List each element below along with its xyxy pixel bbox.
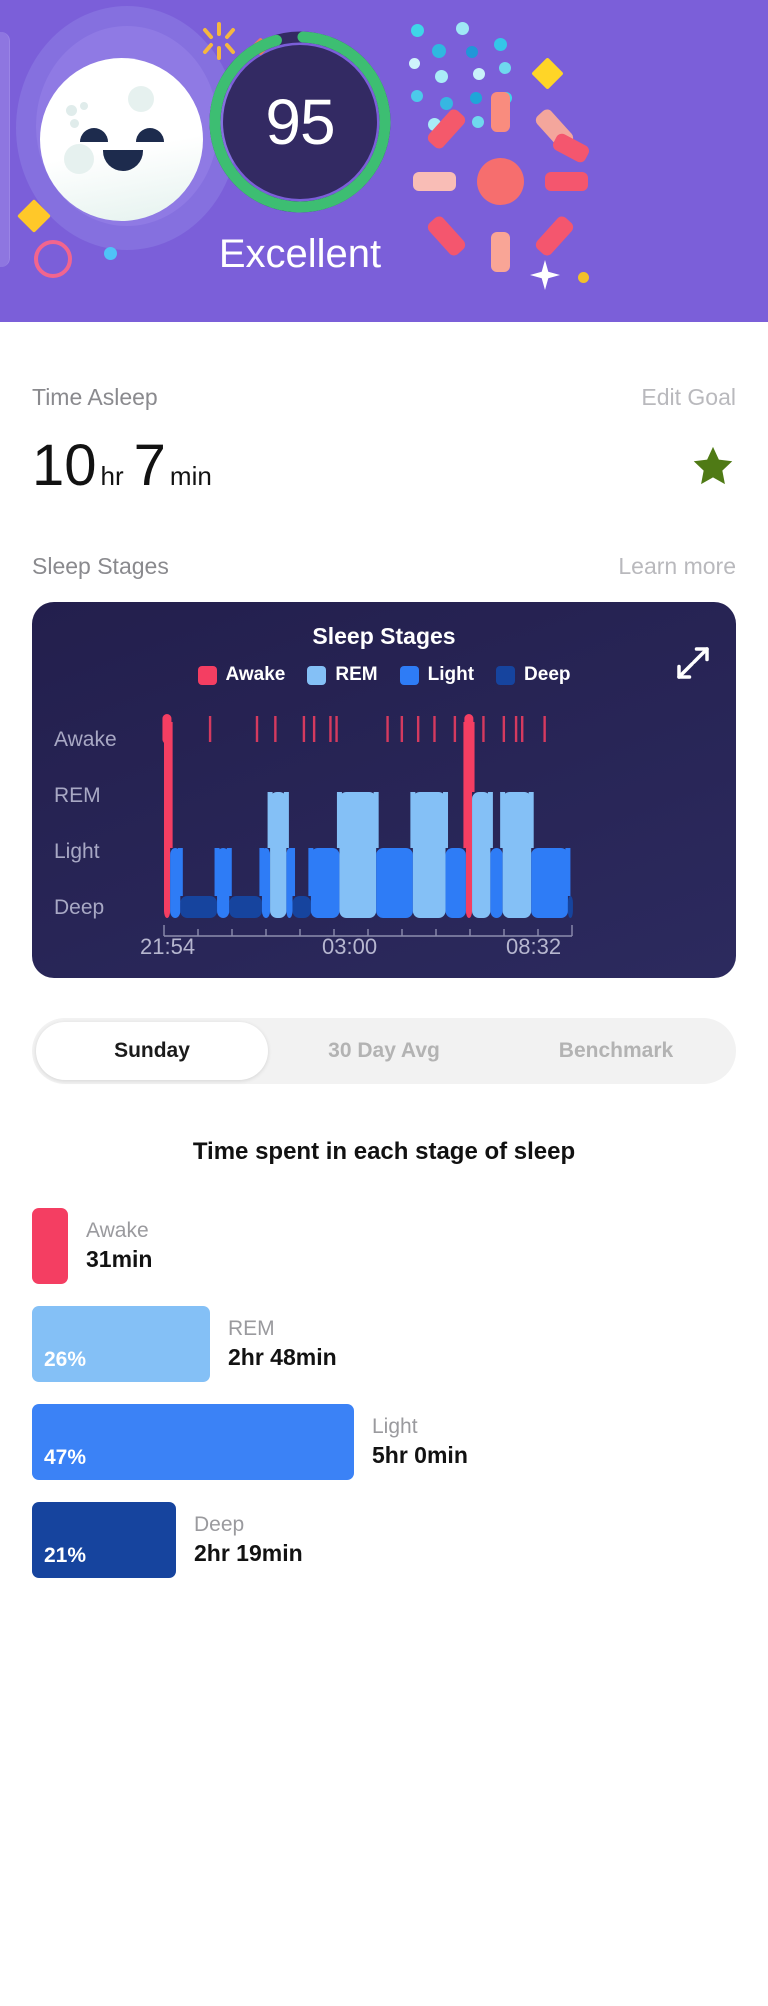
legend-label-light: Light [427, 664, 475, 685]
confetti-dot [470, 92, 482, 104]
legend-label-awake: Awake [225, 664, 286, 685]
time-asleep-hours-unit: hr [100, 461, 124, 491]
confetti-dot [411, 24, 424, 37]
stage-info-awake: Awake 31min [86, 1217, 152, 1275]
confetti-dot [411, 90, 423, 102]
legend-swatch-deep [496, 665, 516, 685]
confetti-dot [578, 272, 589, 283]
stage-duration-light: 5hr 0min [372, 1442, 468, 1469]
sleep-score-hero: 95 Excellent [0, 0, 768, 322]
legend-item-light: Light [399, 664, 475, 686]
stage-percent-deep: 21% [44, 1544, 87, 1567]
tab-sunday[interactable]: Sunday [36, 1022, 268, 1080]
sleep-score-ring: 95 [206, 28, 394, 216]
edit-goal-button[interactable]: Edit Goal [641, 384, 736, 411]
stage-duration-deep: 2hr 19min [194, 1540, 303, 1567]
legend-item-awake: Awake [197, 664, 286, 686]
legend-swatch-awake [197, 665, 217, 685]
period-tab-bar: Sunday 30 Day Avg Benchmark [32, 1018, 736, 1084]
breakdown-title: Time spent in each stage of sleep [192, 1138, 576, 1165]
sunburst-ray [545, 172, 588, 191]
sleep-stages-title: Sleep Stages [32, 553, 169, 579]
stage-bar-deep: 21% [32, 1502, 176, 1578]
time-asleep-minutes-unit: min [169, 461, 212, 491]
stage-name-deep: Deep [194, 1512, 245, 1536]
stage-percent-rem: 26% [44, 1348, 87, 1371]
stage-row-rem[interactable]: 26% REM 2hr 48min [32, 1306, 768, 1382]
tab-30-day-avg[interactable]: 30 Day Avg [268, 1022, 500, 1080]
sunburst-ray [491, 232, 510, 272]
stage-row-deep[interactable]: 21% Deep 2hr 19min [32, 1502, 768, 1578]
x-label-end: 08:32 [506, 934, 562, 959]
legend-swatch-rem [307, 665, 327, 685]
confetti-dot [440, 97, 453, 110]
stage-breakdown-list: Awake 31min 26% REM 2hr 48min 47% Light … [0, 1208, 768, 1578]
confetti-dot [409, 58, 420, 69]
sunburst-center [477, 158, 524, 205]
stage-name-rem: REM [228, 1316, 275, 1340]
stage-info-light: Light 5hr 0min [372, 1413, 468, 1471]
legend-label-rem: REM [335, 664, 378, 685]
time-asleep-value: 10 hr 7 min [32, 437, 222, 495]
sleep-stages-section-header: Sleep Stages Learn more [0, 553, 768, 580]
stage-bar-rem: 26% [32, 1306, 210, 1382]
sunburst-ray [491, 92, 510, 132]
confetti-dot [432, 44, 446, 58]
stage-percent-light: 47% [44, 1446, 87, 1469]
chart-legend: Awake REM Light Deep [32, 664, 736, 686]
time-asleep-section: Time Asleep Edit Goal 10 hr 7 min [0, 384, 768, 495]
stage-info-rem: REM 2hr 48min [228, 1315, 337, 1373]
sleep-score-value: 95 [265, 86, 335, 158]
sleep-quality-label: Excellent [218, 232, 382, 276]
chart-x-axis-labels: 21:54 03:00 08:32 [32, 934, 584, 962]
legend-item-deep: Deep [496, 664, 571, 686]
stage-row-awake[interactable]: Awake 31min [32, 1208, 768, 1284]
learn-more-link[interactable]: Learn more [618, 553, 736, 580]
chart-title: Sleep Stages [312, 623, 456, 649]
sleep-stages-chart-card[interactable]: Sleep Stages Awake REM Light Deep Awake … [32, 602, 736, 978]
sleep-score-value-container: 95 [223, 45, 377, 199]
stage-bar-awake [32, 1208, 68, 1284]
time-asleep-minutes: 7 [133, 433, 166, 498]
star-icon [693, 446, 733, 485]
expand-arrows-icon[interactable] [672, 642, 714, 684]
sunburst-ray [413, 172, 456, 191]
stage-duration-rem: 2hr 48min [228, 1344, 337, 1371]
stage-bar-light: 47% [32, 1404, 354, 1480]
time-asleep-value-row: 10 hr 7 min [32, 437, 736, 495]
time-asleep-title: Time Asleep [32, 384, 158, 410]
smiling-moon-icon [40, 58, 203, 221]
stage-name-light: Light [372, 1414, 418, 1438]
confetti-dot [456, 22, 469, 35]
x-label-start: 21:54 [140, 934, 196, 959]
legend-swatch-light [399, 665, 419, 685]
confetti-dot [494, 38, 507, 51]
legend-label-deep: Deep [524, 664, 571, 685]
confetti-dot [472, 116, 484, 128]
stage-info-deep: Deep 2hr 19min [194, 1511, 303, 1569]
confetti-dot [435, 70, 448, 83]
confetti-dot [473, 68, 485, 80]
sparkle-diamond-yellow-icon [531, 57, 564, 90]
time-asleep-hours: 10 [32, 433, 97, 498]
stage-duration-awake: 31min [86, 1246, 153, 1273]
legend-item-rem: REM [307, 664, 378, 686]
confetti-dot [499, 62, 511, 74]
stage-name-awake: Awake [86, 1218, 149, 1242]
tab-benchmark[interactable]: Benchmark [500, 1022, 732, 1080]
x-label-mid: 03:00 [322, 934, 378, 959]
confetti-dot [466, 46, 478, 58]
stage-row-light[interactable]: 47% Light 5hr 0min [32, 1404, 768, 1480]
time-asleep-header: Time Asleep Edit Goal [32, 384, 736, 411]
